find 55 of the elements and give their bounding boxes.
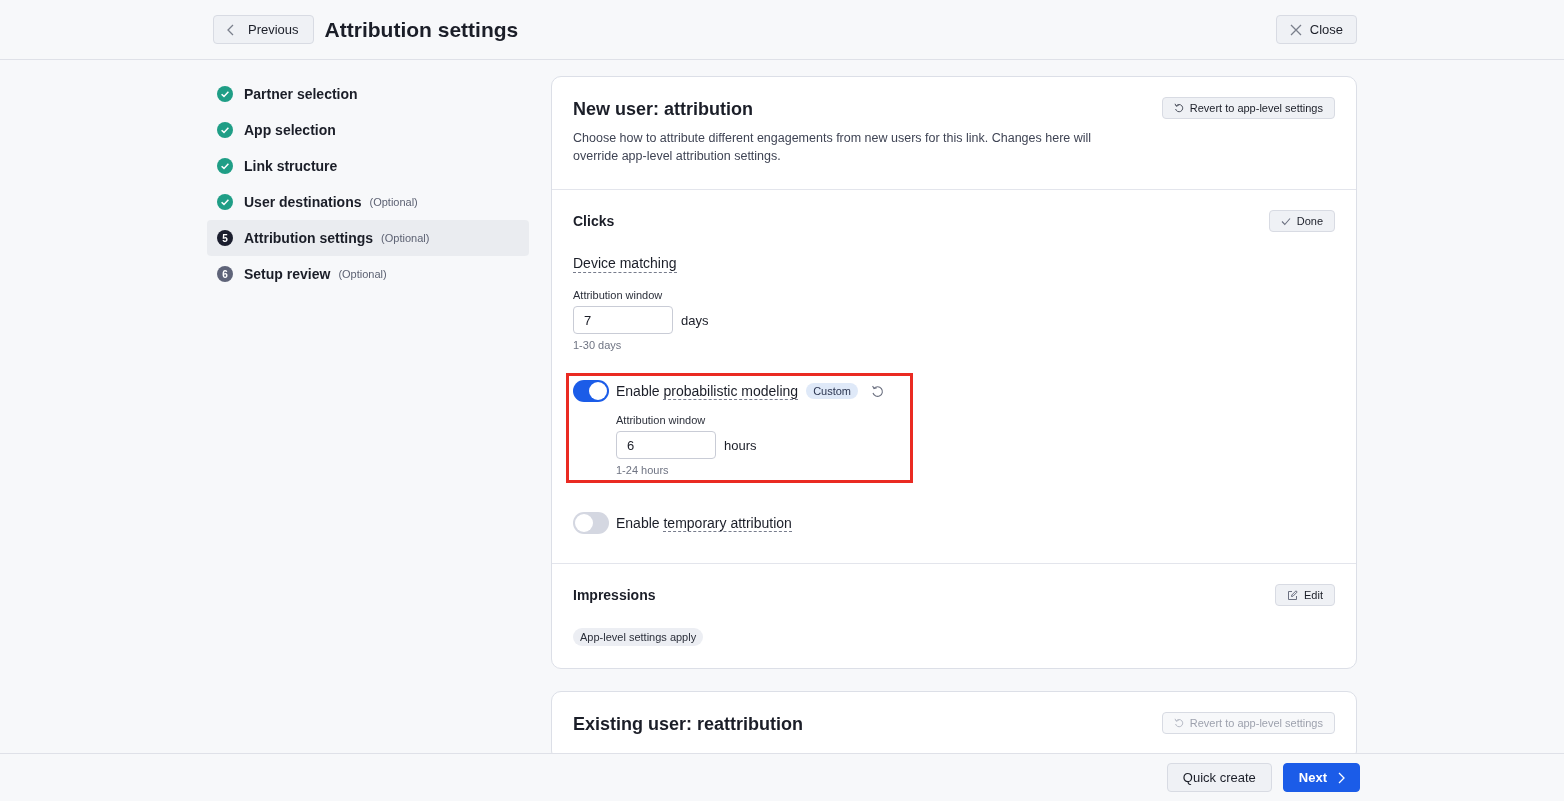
close-icon — [1289, 23, 1302, 36]
step-number: 6 — [217, 266, 233, 282]
section-action-button[interactable]: Edit — [1275, 584, 1335, 606]
custom-badge: Custom — [806, 383, 859, 399]
toggle-switch[interactable] — [573, 512, 609, 534]
chevron-left-icon — [226, 23, 236, 36]
edit-icon — [1287, 589, 1299, 601]
revert-button[interactable]: Revert to app-level settings — [1161, 97, 1335, 119]
unit-label: days — [681, 312, 709, 328]
page-title: Attribution settings — [324, 17, 519, 42]
step-item[interactable]: 5 Attribution settings (Optional) — [207, 220, 529, 256]
optional-label: (Optional) — [381, 232, 430, 244]
toggle-label: Enable temporary attribution — [616, 515, 792, 531]
term-link[interactable]: temporary attribution — [663, 515, 792, 532]
status-tag: App-level settings apply — [573, 628, 704, 646]
undo-icon — [1173, 718, 1184, 728]
section-title: Clicks — [573, 213, 615, 229]
chevron-right-icon — [1337, 771, 1345, 784]
card-description: Choose how to attribute different engagements from new users for this link. Changes here will override app-level attribution settings. — [573, 130, 1093, 165]
step-item[interactable]: User destinations (Optional) — [207, 184, 529, 220]
unit-label: hours — [724, 437, 757, 453]
step-label: User destinations — [244, 194, 362, 210]
check-icon — [1280, 216, 1291, 226]
optional-label: (Optional) — [338, 268, 387, 280]
toggle-switch[interactable] — [573, 380, 609, 402]
step-label: App selection — [244, 122, 336, 138]
attribution-window-input[interactable]: 7 — [573, 306, 673, 334]
device-matching-term[interactable]: Device matching — [573, 254, 677, 273]
toggle-label: Enable probabilistic modeling — [616, 383, 799, 399]
field-hint: 1-30 days — [573, 339, 623, 351]
step-label: Partner selection — [244, 86, 358, 102]
previous-button[interactable]: Previous — [213, 15, 314, 44]
step-label: Setup review — [244, 266, 331, 282]
step-item[interactable]: 6 Setup review (Optional) — [207, 256, 529, 292]
field-hint: 1-24 hours — [616, 464, 670, 476]
close-button[interactable]: Close — [1275, 15, 1357, 44]
term-link[interactable]: probabilistic modeling — [663, 383, 799, 400]
field-label: Attribution window — [573, 289, 664, 301]
optional-label: (Optional) — [369, 196, 418, 208]
undo-icon — [1173, 103, 1184, 113]
step-item[interactable]: App selection — [207, 112, 529, 148]
quick-create-button[interactable]: Quick create — [1166, 763, 1272, 792]
field-label: Attribution window — [616, 414, 707, 426]
step-item[interactable]: Link structure — [207, 148, 529, 184]
card-title: Existing user: reattribution — [573, 714, 804, 735]
attribution-window-input[interactable]: 6 — [616, 431, 716, 459]
section-title: Impressions — [573, 587, 656, 603]
next-button[interactable]: Next — [1282, 763, 1360, 792]
step-number: 5 — [217, 230, 233, 246]
step-item[interactable]: Partner selection — [207, 76, 529, 112]
section-action-button[interactable]: Done — [1268, 210, 1335, 232]
reset-icon[interactable] — [871, 384, 885, 398]
step-label: Link structure — [244, 158, 338, 174]
card-title: New user: attribution — [573, 99, 754, 120]
step-label: Attribution settings — [244, 230, 374, 246]
